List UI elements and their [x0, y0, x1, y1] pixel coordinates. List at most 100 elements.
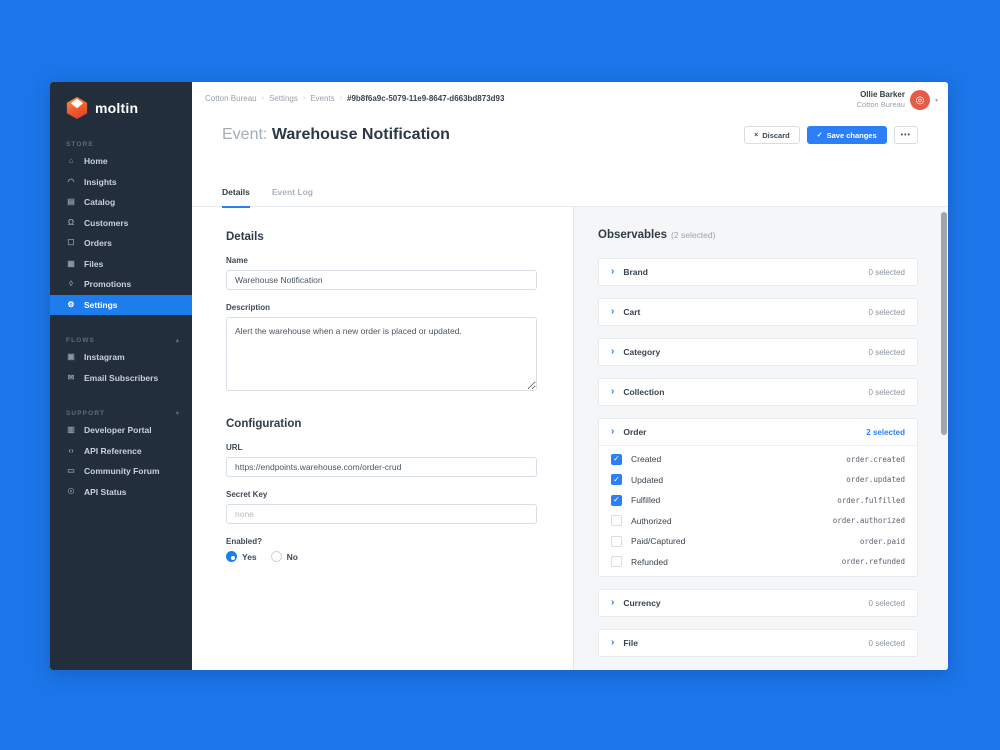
catalog-icon: ▤: [66, 198, 76, 206]
checkbox-unchecked-icon[interactable]: [611, 515, 622, 526]
sidebar-item-api-status[interactable]: ☉ API Status: [50, 482, 192, 503]
enabled-radio-group: Yes No: [226, 551, 537, 562]
toolbar: Event: Warehouse Notification × Discard …: [222, 126, 918, 144]
observable-header-currency[interactable]: › Currency 0 selected: [599, 590, 917, 616]
breadcrumb-event-id: #9b8f6a9c-5079-11e9-8647-d663bd873d93: [347, 94, 504, 103]
sidebar-item-files[interactable]: ▦ Files: [50, 254, 192, 275]
enabled-no-option[interactable]: No: [271, 551, 298, 562]
sidebar-item-developer-portal[interactable]: ▥ Developer Portal: [50, 420, 192, 441]
moltin-logo[interactable]: moltin: [50, 82, 192, 119]
observable-header-collection[interactable]: › Collection 0 selected: [599, 379, 917, 405]
tab-details[interactable]: Details: [222, 187, 250, 206]
sidebar-item-promotions[interactable]: ◊ Promotions: [50, 274, 192, 295]
sidebar-item-label: Home: [84, 156, 108, 166]
user-name: Ollie Barker: [857, 90, 905, 100]
sidebar-item-email-subscribers[interactable]: ✉ Email Subscribers: [50, 368, 192, 389]
sidebar-section-store: STORE ⌂ Home ◠ Insights ▤ Catalog Ω Cust…: [50, 137, 192, 315]
sidebar: moltin STORE ⌂ Home ◠ Insights ▤ Catalog: [50, 82, 192, 670]
enabled-label: Enabled?: [226, 537, 537, 546]
observables-count-note: (2 selected): [671, 230, 715, 240]
page-title: Event: Warehouse Notification: [222, 126, 450, 144]
description-textarea[interactable]: Alert the warehouse when a new order is …: [226, 317, 537, 391]
observable-header-brand[interactable]: › Brand 0 selected: [599, 259, 917, 285]
observable-name: Category: [623, 347, 660, 357]
breadcrumb-settings[interactable]: Settings: [269, 94, 298, 103]
observable-header-cart[interactable]: › Cart 0 selected: [599, 299, 917, 325]
sidebar-item-customers[interactable]: Ω Customers: [50, 213, 192, 234]
event-label: Paid/Captured: [631, 536, 685, 546]
tab-bar: Details Event Log: [222, 187, 313, 206]
name-input[interactable]: [226, 270, 537, 290]
sidebar-item-label: Orders: [84, 238, 112, 248]
page-title-name: Warehouse Notification: [272, 126, 450, 143]
description-label: Description: [226, 303, 537, 312]
enabled-yes-option[interactable]: Yes: [226, 551, 257, 562]
moltin-logo-icon: [66, 97, 88, 119]
sidebar-item-api-reference[interactable]: ‹› API Reference: [50, 441, 192, 462]
sidebar-section-support-header[interactable]: SUPPORT ▾: [50, 406, 192, 420]
sidebar-item-instagram[interactable]: ▣ Instagram: [50, 347, 192, 368]
event-label: Updated: [631, 475, 663, 485]
event-code: order.fulfilled: [837, 496, 905, 505]
event-code: order.paid: [860, 537, 905, 546]
sidebar-item-community-forum[interactable]: ▭ Community Forum: [50, 461, 192, 482]
tab-event-log[interactable]: Event Log: [272, 187, 313, 206]
sidebar-item-catalog[interactable]: ▤ Catalog: [50, 192, 192, 213]
observable-header-file[interactable]: › File 0 selected: [599, 630, 917, 656]
sidebar-item-label: Settings: [84, 300, 118, 310]
sidebar-section-flows: FLOWS ▴ ▣ Instagram ✉ Email Subscribers: [50, 333, 192, 388]
observable-card-order: › Order 2 selected Created order.created: [598, 418, 918, 577]
checkbox-unchecked-icon[interactable]: [611, 556, 622, 567]
event-code: order.refunded: [842, 557, 905, 566]
checkbox-checked-icon[interactable]: [611, 495, 622, 506]
observable-status: 0 selected: [869, 388, 905, 397]
breadcrumb-store[interactable]: Cotton Bureau: [205, 94, 257, 103]
check-icon: ✓: [817, 132, 823, 139]
checkbox-unchecked-icon[interactable]: [611, 536, 622, 547]
observable-name: Order: [623, 427, 646, 437]
gear-icon: ⚙: [66, 301, 76, 309]
sidebar-item-orders[interactable]: ☐ Orders: [50, 233, 192, 254]
sidebar-section-flows-header[interactable]: FLOWS ▴: [50, 333, 192, 347]
desktop-background: moltin STORE ⌂ Home ◠ Insights ▤ Catalog: [0, 0, 1000, 750]
observable-order-events: Created order.created Updated order.upda…: [599, 445, 917, 576]
files-icon: ▦: [66, 260, 76, 268]
chevron-right-icon: ›: [611, 427, 614, 437]
observable-status: 0 selected: [869, 639, 905, 648]
sidebar-item-settings[interactable]: ⚙ Settings: [50, 295, 192, 316]
user-names: Ollie Barker Cotton Bureau: [857, 90, 905, 109]
breadcrumb-separator: ›: [303, 95, 305, 102]
sidebar-item-home[interactable]: ⌂ Home: [50, 151, 192, 172]
observable-status: 0 selected: [869, 348, 905, 357]
discard-button[interactable]: × Discard: [744, 126, 800, 144]
radio-unselected-icon: [271, 551, 282, 562]
document-icon: ▥: [66, 426, 76, 434]
observable-name: Brand: [623, 267, 648, 277]
observable-card-collection: › Collection 0 selected: [598, 378, 918, 406]
observable-name: Cart: [623, 307, 640, 317]
event-label: Authorized: [631, 516, 672, 526]
breadcrumb-events[interactable]: Events: [310, 94, 334, 103]
event-row-authorized: Authorized order.authorized: [599, 511, 917, 532]
observable-name: File: [623, 638, 638, 648]
sidebar-item-insights[interactable]: ◠ Insights: [50, 172, 192, 193]
event-code: order.created: [846, 455, 905, 464]
checkbox-checked-icon[interactable]: [611, 454, 622, 465]
save-changes-button[interactable]: ✓ Save changes: [807, 126, 887, 144]
breadcrumb-separator: ›: [262, 95, 264, 102]
url-input[interactable]: [226, 457, 537, 477]
sidebar-item-label: Developer Portal: [84, 425, 152, 435]
scrollbar-thumb[interactable]: [941, 212, 947, 435]
observable-header-category[interactable]: › Category 0 selected: [599, 339, 917, 365]
user-menu[interactable]: Ollie Barker Cotton Bureau ◎ ▾: [857, 90, 938, 110]
more-options-button[interactable]: •••: [894, 126, 918, 144]
observable-status: 0 selected: [869, 599, 905, 608]
chevron-right-icon: ›: [611, 307, 614, 317]
sidebar-item-label: Insights: [84, 177, 117, 187]
observable-header-order[interactable]: › Order 2 selected: [599, 419, 917, 445]
secret-key-input[interactable]: [226, 504, 537, 524]
event-row-fulfilled: Fulfilled order.fulfilled: [599, 490, 917, 511]
sidebar-item-label: Community Forum: [84, 466, 160, 476]
checkbox-checked-icon[interactable]: [611, 474, 622, 485]
radio-selected-icon: [226, 551, 237, 562]
